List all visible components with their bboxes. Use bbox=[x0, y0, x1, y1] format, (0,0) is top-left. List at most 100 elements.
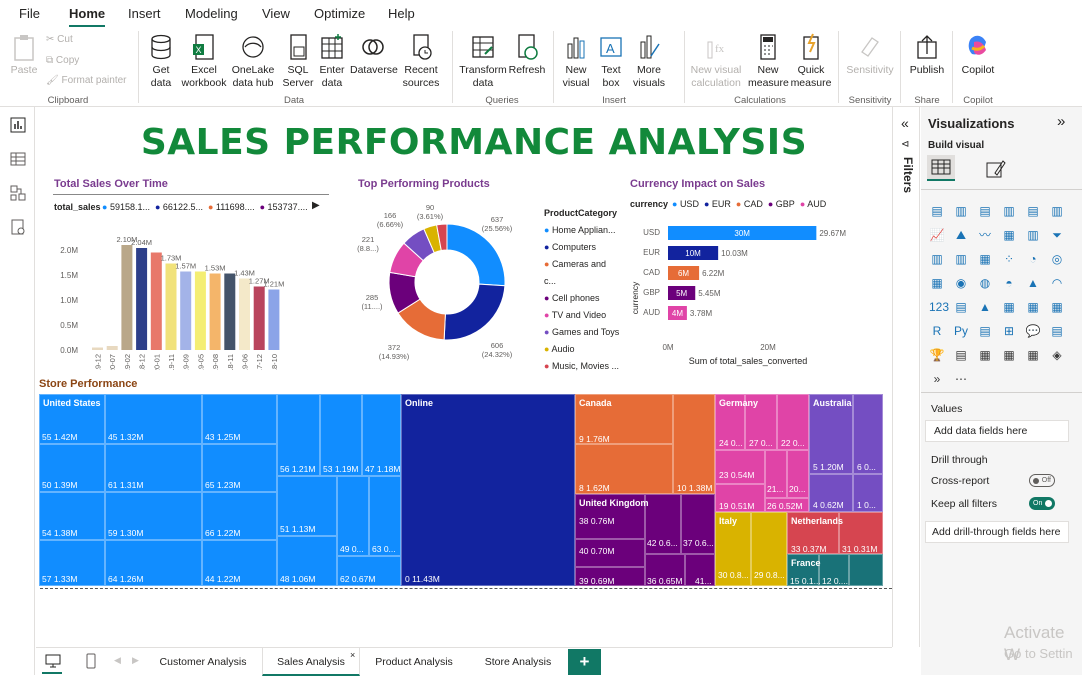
new-visual-button[interactable]: New visual bbox=[558, 32, 594, 90]
matrix-icon[interactable]: ▦ bbox=[1049, 299, 1065, 315]
metrics-icon[interactable]: ▦ bbox=[977, 347, 993, 363]
transform-data-button[interactable]: Transform data bbox=[458, 32, 508, 90]
text-box-button[interactable]: A Text box bbox=[596, 32, 626, 90]
legend-item[interactable]: ● EUR bbox=[704, 199, 731, 209]
clustered-column-icon[interactable]: ▥ bbox=[1001, 203, 1017, 219]
shape-map-icon[interactable]: ◓ bbox=[1001, 275, 1017, 291]
tab-store-analysis[interactable]: Store Analysis bbox=[468, 648, 568, 676]
new-measure-button[interactable]: New measure bbox=[748, 32, 789, 90]
ribbon-chart-icon[interactable]: ▦ bbox=[1001, 227, 1017, 243]
clustered-bar-icon[interactable]: ▤ bbox=[977, 203, 993, 219]
diamond-icon[interactable]: ◈ bbox=[1049, 347, 1065, 363]
more-visuals-button[interactable]: More visuals bbox=[628, 32, 670, 90]
legend-item[interactable]: ● AUD bbox=[800, 199, 826, 209]
area-chart-icon[interactable]: ⛰ bbox=[953, 227, 969, 243]
power-automate-icon[interactable]: ▦ bbox=[1025, 347, 1041, 363]
key-influencers-icon[interactable]: ▤ bbox=[977, 323, 993, 339]
paginated-report-icon[interactable]: ▤ bbox=[953, 347, 969, 363]
python-visual-icon[interactable]: Py bbox=[953, 323, 969, 339]
line-column-icon[interactable]: ▥ bbox=[929, 251, 945, 267]
sensitivity-button[interactable]: Sensitivity bbox=[844, 32, 896, 77]
legend-item[interactable]: ● Music, Movies ... bbox=[544, 358, 620, 375]
stacked-bar-icon[interactable]: ▤ bbox=[929, 203, 945, 219]
enter-data-button[interactable]: Enter data bbox=[316, 32, 348, 90]
tab-sales-analysis[interactable]: Sales Analysis bbox=[262, 648, 360, 676]
quick-measure-button[interactable]: Quick measure bbox=[790, 32, 832, 90]
legend-item[interactable]: ● USD bbox=[672, 199, 699, 209]
copy-button[interactable]: ⧉ Copy bbox=[46, 55, 79, 66]
slicer-icon[interactable]: ▦ bbox=[1001, 299, 1017, 315]
filters-label[interactable]: Filters bbox=[901, 157, 915, 193]
legend-item[interactable]: ● CAD bbox=[736, 199, 763, 209]
waterfall-icon[interactable]: ▥ bbox=[1025, 227, 1041, 243]
cut-button[interactable]: ✂ Cut bbox=[46, 34, 73, 45]
treemap-group[interactable] bbox=[401, 394, 575, 586]
sales-over-time-visual[interactable]: Total Sales Over Time total_sales ● 5915… bbox=[50, 174, 330, 370]
report-view-icon[interactable] bbox=[8, 115, 28, 135]
dataverse-button[interactable]: Dataverse bbox=[350, 32, 398, 77]
multi-row-card-icon[interactable]: ▤ bbox=[953, 299, 969, 315]
close-tab-icon[interactable]: × bbox=[350, 650, 355, 660]
trophy-icon[interactable]: 🏆 bbox=[929, 347, 945, 363]
copilot-button[interactable]: Copilot bbox=[958, 32, 998, 77]
keep-all-filters-toggle[interactable]: On bbox=[1029, 497, 1055, 510]
menu-insert[interactable]: Insert bbox=[128, 6, 161, 21]
legend-next-icon[interactable]: ▶ bbox=[312, 200, 320, 211]
menu-home[interactable]: Home bbox=[69, 6, 106, 27]
excel-workbook-button[interactable]: X Excel workbook bbox=[180, 32, 228, 90]
add-drill-through-well[interactable]: Add drill-through fields here bbox=[925, 521, 1069, 543]
gauge-icon[interactable]: ◠ bbox=[1049, 275, 1065, 291]
mobile-layout-icon[interactable] bbox=[84, 652, 98, 670]
add-data-fields-well[interactable]: Add data fields here bbox=[925, 420, 1069, 442]
r-visual-icon[interactable]: R bbox=[929, 323, 945, 339]
refresh-button[interactable]: Refresh bbox=[508, 32, 546, 77]
legend-item[interactable]: ● 66122.5... bbox=[155, 202, 203, 212]
tab-customer-analysis[interactable]: Customer Analysis bbox=[146, 648, 260, 676]
legend-item[interactable]: ● 59158.1... bbox=[102, 202, 150, 212]
table-icon[interactable]: ▦ bbox=[1025, 299, 1041, 315]
recent-sources-button[interactable]: Recent sources bbox=[398, 32, 444, 90]
line-chart-icon[interactable]: 📈 bbox=[929, 227, 945, 243]
format-painter-button[interactable]: 🖌 Format painter bbox=[46, 75, 127, 86]
top-products-visual[interactable]: Top Performing Products 637 (25.56%) 606 (2… bbox=[352, 174, 620, 371]
qa-icon[interactable]: 💬 bbox=[1025, 323, 1041, 339]
cross-report-toggle[interactable]: Off bbox=[1029, 474, 1055, 487]
more-visuals-ellipsis-icon[interactable]: ⋯ bbox=[953, 371, 969, 387]
expand-right-icon[interactable]: » bbox=[1057, 113, 1065, 130]
donut-icon[interactable]: ◎ bbox=[1049, 251, 1065, 267]
desktop-layout-icon[interactable] bbox=[44, 652, 62, 670]
onelake-button[interactable]: OneLake data hub bbox=[228, 32, 278, 90]
model-view-icon[interactable] bbox=[8, 183, 28, 203]
format-visual-icon[interactable] bbox=[983, 157, 1007, 181]
card-icon[interactable]: 123 bbox=[929, 299, 949, 315]
legend-item[interactable]: ● Cameras and c... bbox=[544, 256, 620, 290]
menu-optimize[interactable]: Optimize bbox=[314, 6, 365, 21]
dax-query-view-icon[interactable] bbox=[8, 217, 28, 237]
legend-item[interactable]: ● Games and Toys bbox=[544, 324, 620, 341]
menu-help[interactable]: Help bbox=[388, 6, 415, 21]
legend-item[interactable]: ● 111698.... bbox=[208, 202, 255, 212]
next-page-icon[interactable]: ▶ bbox=[132, 655, 139, 666]
legend-item[interactable]: ● Computers bbox=[544, 239, 620, 256]
currency-visual[interactable]: Currency Impact on Sales currency ● USD ●… bbox=[626, 174, 886, 370]
legend-item[interactable]: ● Cell phones bbox=[544, 290, 620, 307]
menu-modeling[interactable]: Modeling bbox=[185, 6, 238, 21]
legend-item[interactable]: ● TV and Video bbox=[544, 307, 620, 324]
menu-view[interactable]: View bbox=[262, 6, 290, 21]
build-visual-tab[interactable] bbox=[927, 155, 955, 181]
pie-icon[interactable]: ◔ bbox=[1025, 251, 1041, 267]
decomposition-tree-icon[interactable]: ⊞ bbox=[1001, 323, 1017, 339]
add-page-button[interactable]: + bbox=[568, 649, 601, 675]
menu-file[interactable]: File bbox=[19, 6, 40, 21]
treemap-cell[interactable] bbox=[673, 394, 715, 494]
100-bar-icon[interactable]: ▤ bbox=[1025, 203, 1041, 219]
legend-item[interactable]: ● 153737.... bbox=[260, 202, 308, 212]
filters-pane-collapsed[interactable]: « ⊲ Filters bbox=[892, 107, 920, 647]
stacked-area-icon[interactable]: 〰 bbox=[977, 227, 993, 243]
power-apps-icon[interactable]: ▦ bbox=[1001, 347, 1017, 363]
publish-button[interactable]: Publish bbox=[906, 32, 948, 77]
funnel-icon[interactable]: ⏷ bbox=[1049, 227, 1065, 243]
new-visual-calculation-button[interactable]: fx New visual calculation bbox=[688, 32, 744, 90]
legend-item[interactable]: ● Home Applian... bbox=[544, 222, 620, 239]
legend-item[interactable]: ● Audio bbox=[544, 341, 620, 358]
